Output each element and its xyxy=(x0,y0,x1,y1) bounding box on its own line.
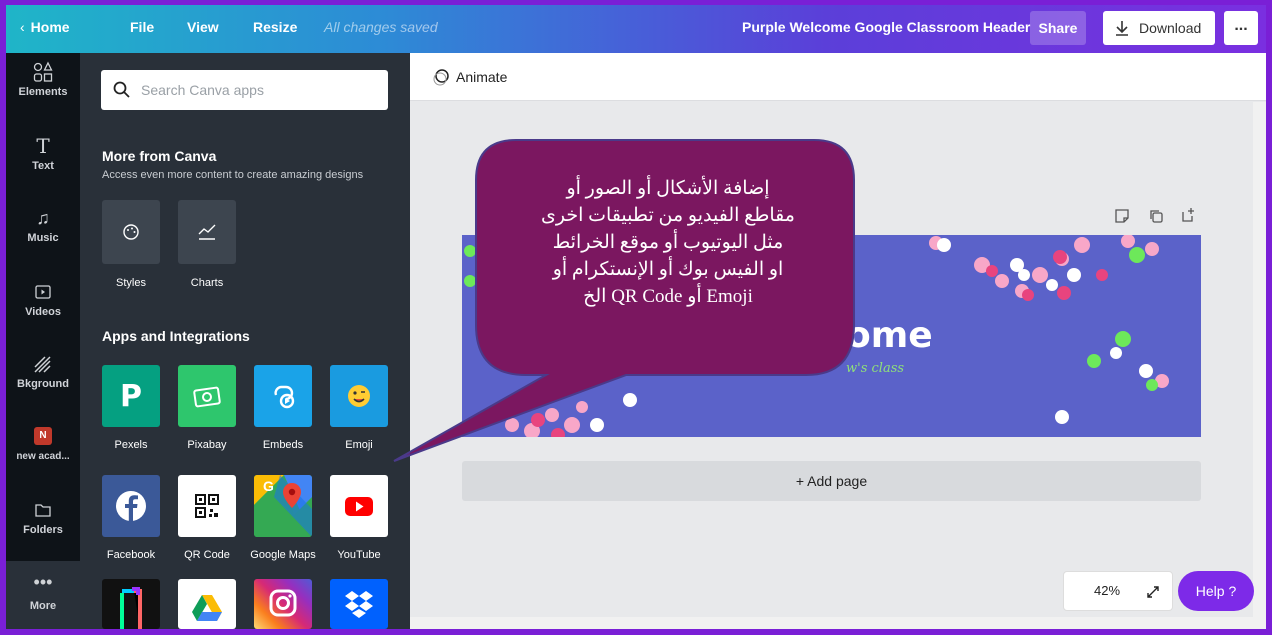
resize-menu[interactable]: Resize xyxy=(253,5,297,53)
rail-item-new-academy[interactable]: N new acad... xyxy=(6,427,80,462)
callout-line: مثل اليوتيوب أو موقع الخرائط xyxy=(552,232,784,253)
zoom-level: 42% xyxy=(1094,583,1121,598)
videos-icon xyxy=(35,285,51,299)
pexels-icon: P xyxy=(120,378,142,414)
google-drive-app[interactable] xyxy=(178,579,236,629)
google-maps-app[interactable]: G xyxy=(254,475,312,537)
google-drive-icon xyxy=(192,595,222,621)
youtube-icon xyxy=(345,497,373,516)
folder-icon xyxy=(35,504,51,517)
file-menu[interactable]: File xyxy=(130,5,154,53)
design-subheading-fragment: w's class xyxy=(846,361,905,376)
download-button[interactable]: Download xyxy=(1103,11,1215,45)
chevron-left-icon: ‹ xyxy=(20,19,25,35)
palette-icon xyxy=(123,224,139,240)
page-actions xyxy=(1114,206,1204,226)
instagram-app[interactable] xyxy=(254,579,312,629)
embeds-app[interactable] xyxy=(254,365,312,427)
callout-line: إضافة الأشكال أو الصور أو xyxy=(566,178,770,199)
fullscreen-icon[interactable] xyxy=(1146,585,1160,599)
more-options-button[interactable]: ... xyxy=(1224,11,1258,45)
top-bar: ‹ Home File View Resize All changes saved… xyxy=(6,5,1266,53)
emoji-icon xyxy=(348,385,370,407)
pixabay-app[interactable] xyxy=(178,365,236,427)
embeds-label: Embeds xyxy=(262,439,304,451)
callout-line: Emoji أو QR Code الخ xyxy=(583,286,753,307)
app-window: ‹ Home File View Resize All changes saved… xyxy=(6,5,1266,629)
styles-tile[interactable] xyxy=(102,200,160,264)
vertical-scrollbar[interactable] xyxy=(1253,102,1266,629)
more-dots-icon: ••• xyxy=(33,572,53,592)
elements-icon xyxy=(33,61,53,82)
more-from-canva-title: More from Canva xyxy=(102,148,217,164)
giphy-icon xyxy=(120,587,142,629)
text-icon: T xyxy=(36,134,50,158)
youtube-app[interactable] xyxy=(330,475,388,537)
callout-text: إضافة الأشكال أو الصور أو مقاطع الفيديو … xyxy=(488,175,848,310)
facebook-app[interactable] xyxy=(102,475,160,537)
rail-item-more[interactable]: ••• More xyxy=(6,561,80,629)
charts-tile[interactable] xyxy=(178,200,236,264)
facebook-icon xyxy=(116,491,146,521)
embeds-icon xyxy=(274,385,295,409)
google-maps-label: Google Maps xyxy=(250,549,316,561)
qr-code-app[interactable] xyxy=(178,475,236,537)
download-label: Download xyxy=(1139,20,1202,36)
view-menu[interactable]: View xyxy=(187,5,219,53)
dropbox-app[interactable] xyxy=(330,579,388,629)
more-from-canva-subtitle: Access even more content to create amazi… xyxy=(102,169,364,181)
horizontal-scrollbar[interactable] xyxy=(410,617,1253,629)
pixabay-icon xyxy=(193,386,221,408)
search-input[interactable] xyxy=(141,76,371,104)
left-rail: Elements T Text ♫ Music Videos Bkground … xyxy=(6,53,80,629)
page-note-icon[interactable] xyxy=(1114,208,1130,224)
rail-item-videos[interactable]: Videos xyxy=(6,281,80,318)
save-status: All changes saved xyxy=(324,19,438,35)
duplicate-page-icon[interactable] xyxy=(1148,208,1164,224)
animate-icon xyxy=(433,69,449,86)
pixabay-label: Pixabay xyxy=(187,439,227,451)
pexels-label: Pexels xyxy=(114,439,148,451)
emoji-app[interactable] xyxy=(330,365,388,427)
google-maps-icon: G xyxy=(254,475,312,537)
apps-integrations-title: Apps and Integrations xyxy=(102,328,250,344)
search-box[interactable] xyxy=(101,70,388,110)
editor-toolbar: Animate xyxy=(410,53,1266,101)
home-link[interactable]: ‹ Home xyxy=(20,5,70,53)
rail-item-text[interactable]: T Text xyxy=(6,135,80,172)
youtube-label: YouTube xyxy=(337,549,381,561)
document-title[interactable]: Purple Welcome Google Classroom Header xyxy=(742,5,1030,53)
rail-item-folders[interactable]: Folders xyxy=(6,499,80,536)
instagram-icon xyxy=(269,589,297,617)
zoom-control[interactable]: 42% xyxy=(1063,571,1173,611)
qr-code-icon xyxy=(195,494,219,518)
apps-panel: More from Canva Access even more content… xyxy=(80,53,410,629)
rail-item-music[interactable]: ♫ Music xyxy=(6,207,80,244)
rail-item-elements[interactable]: Elements xyxy=(6,61,80,98)
facebook-label: Facebook xyxy=(106,549,156,561)
charts-label: Charts xyxy=(190,277,224,289)
add-page-button[interactable]: + Add page xyxy=(462,461,1201,501)
emoji-label: Emoji xyxy=(345,439,373,451)
design-heading-fragment: ome xyxy=(846,315,933,356)
add-page-icon[interactable] xyxy=(1180,207,1196,223)
rail-item-background[interactable]: Bkground xyxy=(6,353,80,390)
download-icon xyxy=(1116,21,1128,36)
callout-line: مقاطع الفيديو من تطبيقات اخرى xyxy=(541,205,795,226)
pexels-app[interactable]: P xyxy=(102,365,160,427)
styles-label: Styles xyxy=(116,277,146,289)
animate-label: Animate xyxy=(456,69,508,85)
search-icon xyxy=(113,81,130,98)
chart-icon xyxy=(198,224,216,240)
qr-code-label: QR Code xyxy=(184,549,230,561)
giphy-app[interactable] xyxy=(102,579,160,629)
svg-text:G: G xyxy=(263,478,274,494)
share-button[interactable]: Share xyxy=(1030,11,1086,45)
folder-avatar-icon: N xyxy=(34,427,52,445)
background-icon xyxy=(34,356,51,373)
help-button[interactable]: Help ? xyxy=(1178,571,1254,611)
music-icon: ♫ xyxy=(36,208,50,228)
dropbox-icon xyxy=(345,591,373,618)
callout-line: او الفيس بوك أو الإنستكرام أو xyxy=(552,259,784,280)
